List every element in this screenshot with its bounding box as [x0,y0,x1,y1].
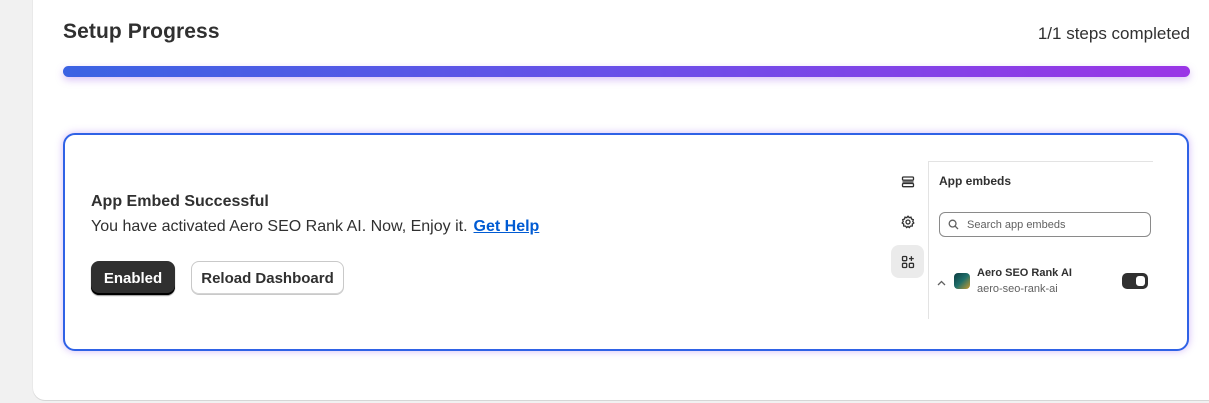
reload-dashboard-button[interactable]: Reload Dashboard [191,261,344,295]
embed-description: You have activated Aero SEO Rank AI. Now… [91,218,539,236]
embed-description-text: You have activated Aero SEO Rank AI. Now… [91,218,468,235]
preview-top-border [928,161,1153,162]
gear-icon [891,205,924,238]
progress-bar [63,66,1190,77]
app-embeds-preview: App embeds Aero SEO Rank AI aero-seo-ran… [891,161,1153,319]
preview-divider [928,161,929,319]
search-app-embeds-field[interactable] [939,212,1151,237]
search-app-embeds-input[interactable] [967,218,1137,231]
aero-app-logo [954,273,970,289]
app-embeds-heading: App embeds [939,174,1012,188]
app-embed-toggle[interactable] [1122,273,1148,289]
steps-completed-text: 1/1 steps completed [1037,24,1190,43]
app-embed-card: App Embed Successful You have activated … [63,133,1189,351]
app-name: Aero SEO Rank AI [977,267,1072,279]
app-embed-icon [891,245,924,278]
embed-title: App Embed Successful [91,193,269,210]
page-title: Setup Progress [63,20,220,43]
get-help-link[interactable]: Get Help [474,218,540,235]
sections-icon [891,165,924,198]
enabled-button[interactable]: Enabled [91,261,175,295]
search-icon [948,219,959,230]
app-handle: aero-seo-rank-ai [977,283,1058,295]
progress-bar-fill [63,66,1190,77]
chevron-up-icon[interactable] [937,277,946,289]
